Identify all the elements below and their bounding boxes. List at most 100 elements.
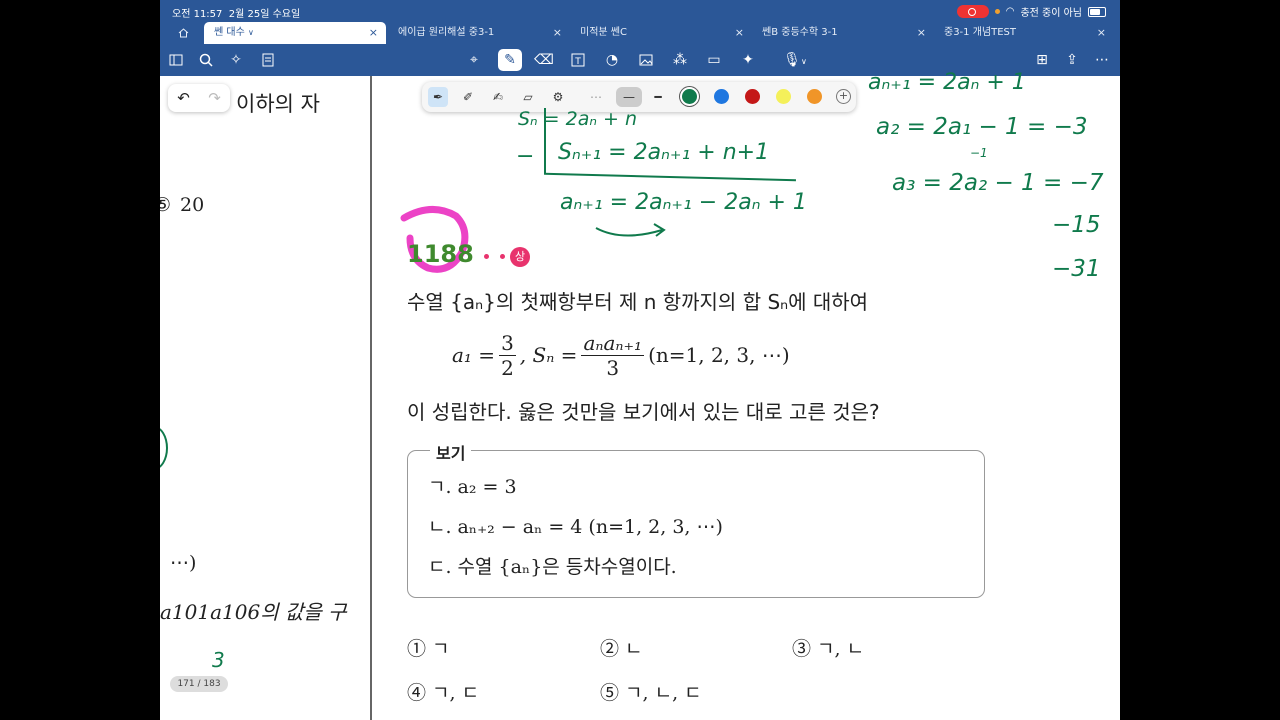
highlighter-icon[interactable]: ▱: [518, 87, 538, 107]
hand-right-2: a₂ = 2a₁ − 1 = −3: [876, 114, 1088, 140]
svg-text:T: T: [574, 57, 581, 67]
tab-a-class[interactable]: 에이급 원리해설 중3-1 ×: [388, 22, 570, 44]
screen-record-icon[interactable]: [956, 5, 989, 18]
problem-line-1: 수열 {aₙ}의 첫째항부터 제 n 항까지의 합 Sₙ에 대하여: [407, 290, 869, 314]
color-green-swatch[interactable]: [682, 89, 697, 104]
close-icon[interactable]: ×: [735, 22, 744, 44]
shapes-icon[interactable]: ⁂: [668, 49, 692, 71]
pen-settings-icon[interactable]: ⚙: [548, 87, 568, 107]
lasso-icon[interactable]: ⌖: [462, 49, 486, 71]
color-blue-swatch[interactable]: [714, 89, 729, 104]
bogi-item-3: ㄷ. 수열 {aₙ}은 등차수열이다.: [428, 556, 677, 578]
microphone-icon[interactable]: 🎙︎∨: [778, 49, 812, 71]
hand-three: 3: [212, 648, 225, 672]
sticker-icon[interactable]: ◔: [600, 49, 624, 71]
sidebar-icon[interactable]: [164, 49, 188, 71]
mic-indicator-icon: [994, 9, 1000, 14]
laser-pointer-icon[interactable]: ✦: [736, 49, 760, 71]
frac-num: 3: [499, 330, 516, 356]
frac-den: 2: [501, 355, 514, 380]
add-color-icon[interactable]: +: [836, 89, 851, 104]
share-icon[interactable]: ⇪: [1060, 49, 1084, 71]
chevron-down-icon: ∨: [247, 28, 254, 37]
more-icon[interactable]: ⋯: [1090, 49, 1114, 71]
thin-stroke-icon[interactable]: ⋯: [586, 87, 606, 107]
page-indicator: 171 / 183: [170, 676, 228, 692]
tab-bar: 쎈 대수 ∨ × 에이급 원리해설 중3-1 × 미적분 쎈C × 쎈B 중등수학 3…: [160, 22, 1120, 44]
left-paren: ⋯): [170, 552, 197, 574]
add-page-icon[interactable]: ⊞: [1030, 49, 1054, 71]
home-icon: [178, 28, 189, 38]
tab-label: 중3-1 개념TEST: [944, 27, 1016, 38]
color-orange-swatch[interactable]: [807, 89, 822, 104]
hand-line-1: Sₙ = 2aₙ + n: [518, 108, 637, 130]
close-icon[interactable]: ×: [369, 22, 378, 44]
eq-sn: , Sₙ =: [519, 343, 578, 367]
search-icon[interactable]: [194, 49, 218, 71]
ai-sparkle-icon[interactable]: ✧: [224, 49, 248, 71]
redo-icon[interactable]: ↷: [208, 89, 221, 107]
status-time: 오전 11:57: [172, 9, 223, 20]
left-choice-20: 20: [180, 194, 205, 216]
tab-label: 쎈 대수: [214, 27, 245, 38]
close-icon[interactable]: ×: [553, 22, 562, 44]
tab-senb[interactable]: 쎈B 중등수학 3-1 ×: [752, 22, 934, 44]
hand-arrow: [595, 223, 666, 237]
fountain-pen-icon[interactable]: ✒: [428, 87, 448, 107]
undo-icon[interactable]: ↶: [177, 89, 190, 107]
battery-icon: [1088, 6, 1106, 17]
eraser-icon[interactable]: ⌫: [532, 49, 556, 71]
tab-calculus[interactable]: 미적분 쎈C ×: [570, 22, 752, 44]
hand-minus: −: [516, 144, 535, 169]
hand-right-2b: −1: [970, 146, 988, 160]
fraction-3-2: 32: [499, 331, 516, 380]
close-icon[interactable]: ×: [1097, 22, 1106, 44]
eq-a1: a₁ =: [452, 343, 496, 367]
bogi-item-2: ㄴ. aₙ₊₂ − aₙ = 4 (n=1, 2, 3, ⋯): [428, 516, 723, 538]
difficulty-dot: [484, 254, 489, 259]
choice-4: ④ ㄱ, ㄷ: [407, 682, 480, 704]
hand-right-4: −15: [1052, 212, 1101, 238]
choice-5: ⑤ ㄱ, ㄴ, ㄷ: [600, 682, 702, 704]
tab-label: 미적분 쎈C: [580, 27, 627, 38]
thick-stroke-icon[interactable]: ━: [648, 87, 668, 107]
status-bar: 오전 11:57 2월 25일 수요일 ◠ 충전 중이 아님: [160, 0, 1120, 22]
memo-icon[interactable]: ▭: [702, 49, 726, 71]
battery-status-text: 충전 중이 아님: [1020, 8, 1082, 19]
tab-label: 에이급 원리해설 중3-1: [398, 27, 495, 38]
pen-icon[interactable]: ✎: [498, 49, 522, 71]
left-text-top: 이하의 자: [236, 92, 320, 116]
hand-right-1: aₙ₊₁ = 2aₙ + 1: [868, 70, 1026, 95]
fraction-an: aₙaₙ₊₁ 3: [581, 330, 645, 380]
ball-pen-icon[interactable]: ✐: [458, 87, 478, 107]
left-choice-circle: ⑤: [160, 194, 172, 216]
color-red-swatch[interactable]: [745, 89, 760, 104]
textbox-icon[interactable]: T: [566, 49, 590, 71]
color-yellow-swatch[interactable]: [776, 89, 791, 104]
problem-equation: a₁ = 32 , Sₙ = aₙaₙ₊₁ 3 (n=1, 2, 3, ⋯): [452, 328, 790, 382]
ipad-screen: 오전 11:57 2월 25일 수요일 ◠ 충전 중이 아님 쎈 대수 ∨ × 에…: [160, 0, 1120, 720]
choice-2: ② ㄴ: [600, 638, 643, 660]
brush-pen-icon[interactable]: ✍: [488, 87, 508, 107]
image-icon[interactable]: [634, 49, 658, 71]
undo-redo-bar: ↶ ↷: [168, 84, 230, 112]
hand-right-3: a₃ = 2a₂ − 1 = −7: [892, 170, 1104, 196]
close-icon[interactable]: ×: [917, 22, 926, 44]
pen-tools-bar: ✒ ✐ ✍ ▱ ⚙ ⋯ — ━ +: [422, 82, 856, 112]
notes-icon[interactable]: [256, 49, 280, 71]
frac-num: aₙaₙ₊₁: [581, 330, 645, 356]
home-tab[interactable]: [168, 22, 198, 44]
frac-den: 3: [606, 355, 620, 380]
medium-stroke-icon[interactable]: —: [616, 87, 642, 107]
left-page[interactable]: 이하의 자 ⑤ 20 ⋯) a101a106의 값을 구 3: [160, 76, 370, 720]
choice-3: ③ ㄱ, ㄴ: [792, 638, 865, 660]
tab-concept-test[interactable]: 중3-1 개념TEST ×: [934, 22, 1114, 44]
hand-line-3: aₙ₊₁ = 2aₙ₊₁ − 2aₙ + 1: [560, 190, 807, 215]
bogi-label: 보기: [430, 440, 472, 464]
wifi-icon: ◠: [1005, 6, 1015, 17]
hand-bracket-line: [544, 108, 546, 174]
left-product-text: a101a106의 값을 구: [160, 600, 347, 624]
hand-circle-mark: [160, 426, 168, 470]
tab-sen-daesu[interactable]: 쎈 대수 ∨ ×: [204, 22, 386, 44]
choice-1: ① ㄱ: [407, 638, 450, 660]
